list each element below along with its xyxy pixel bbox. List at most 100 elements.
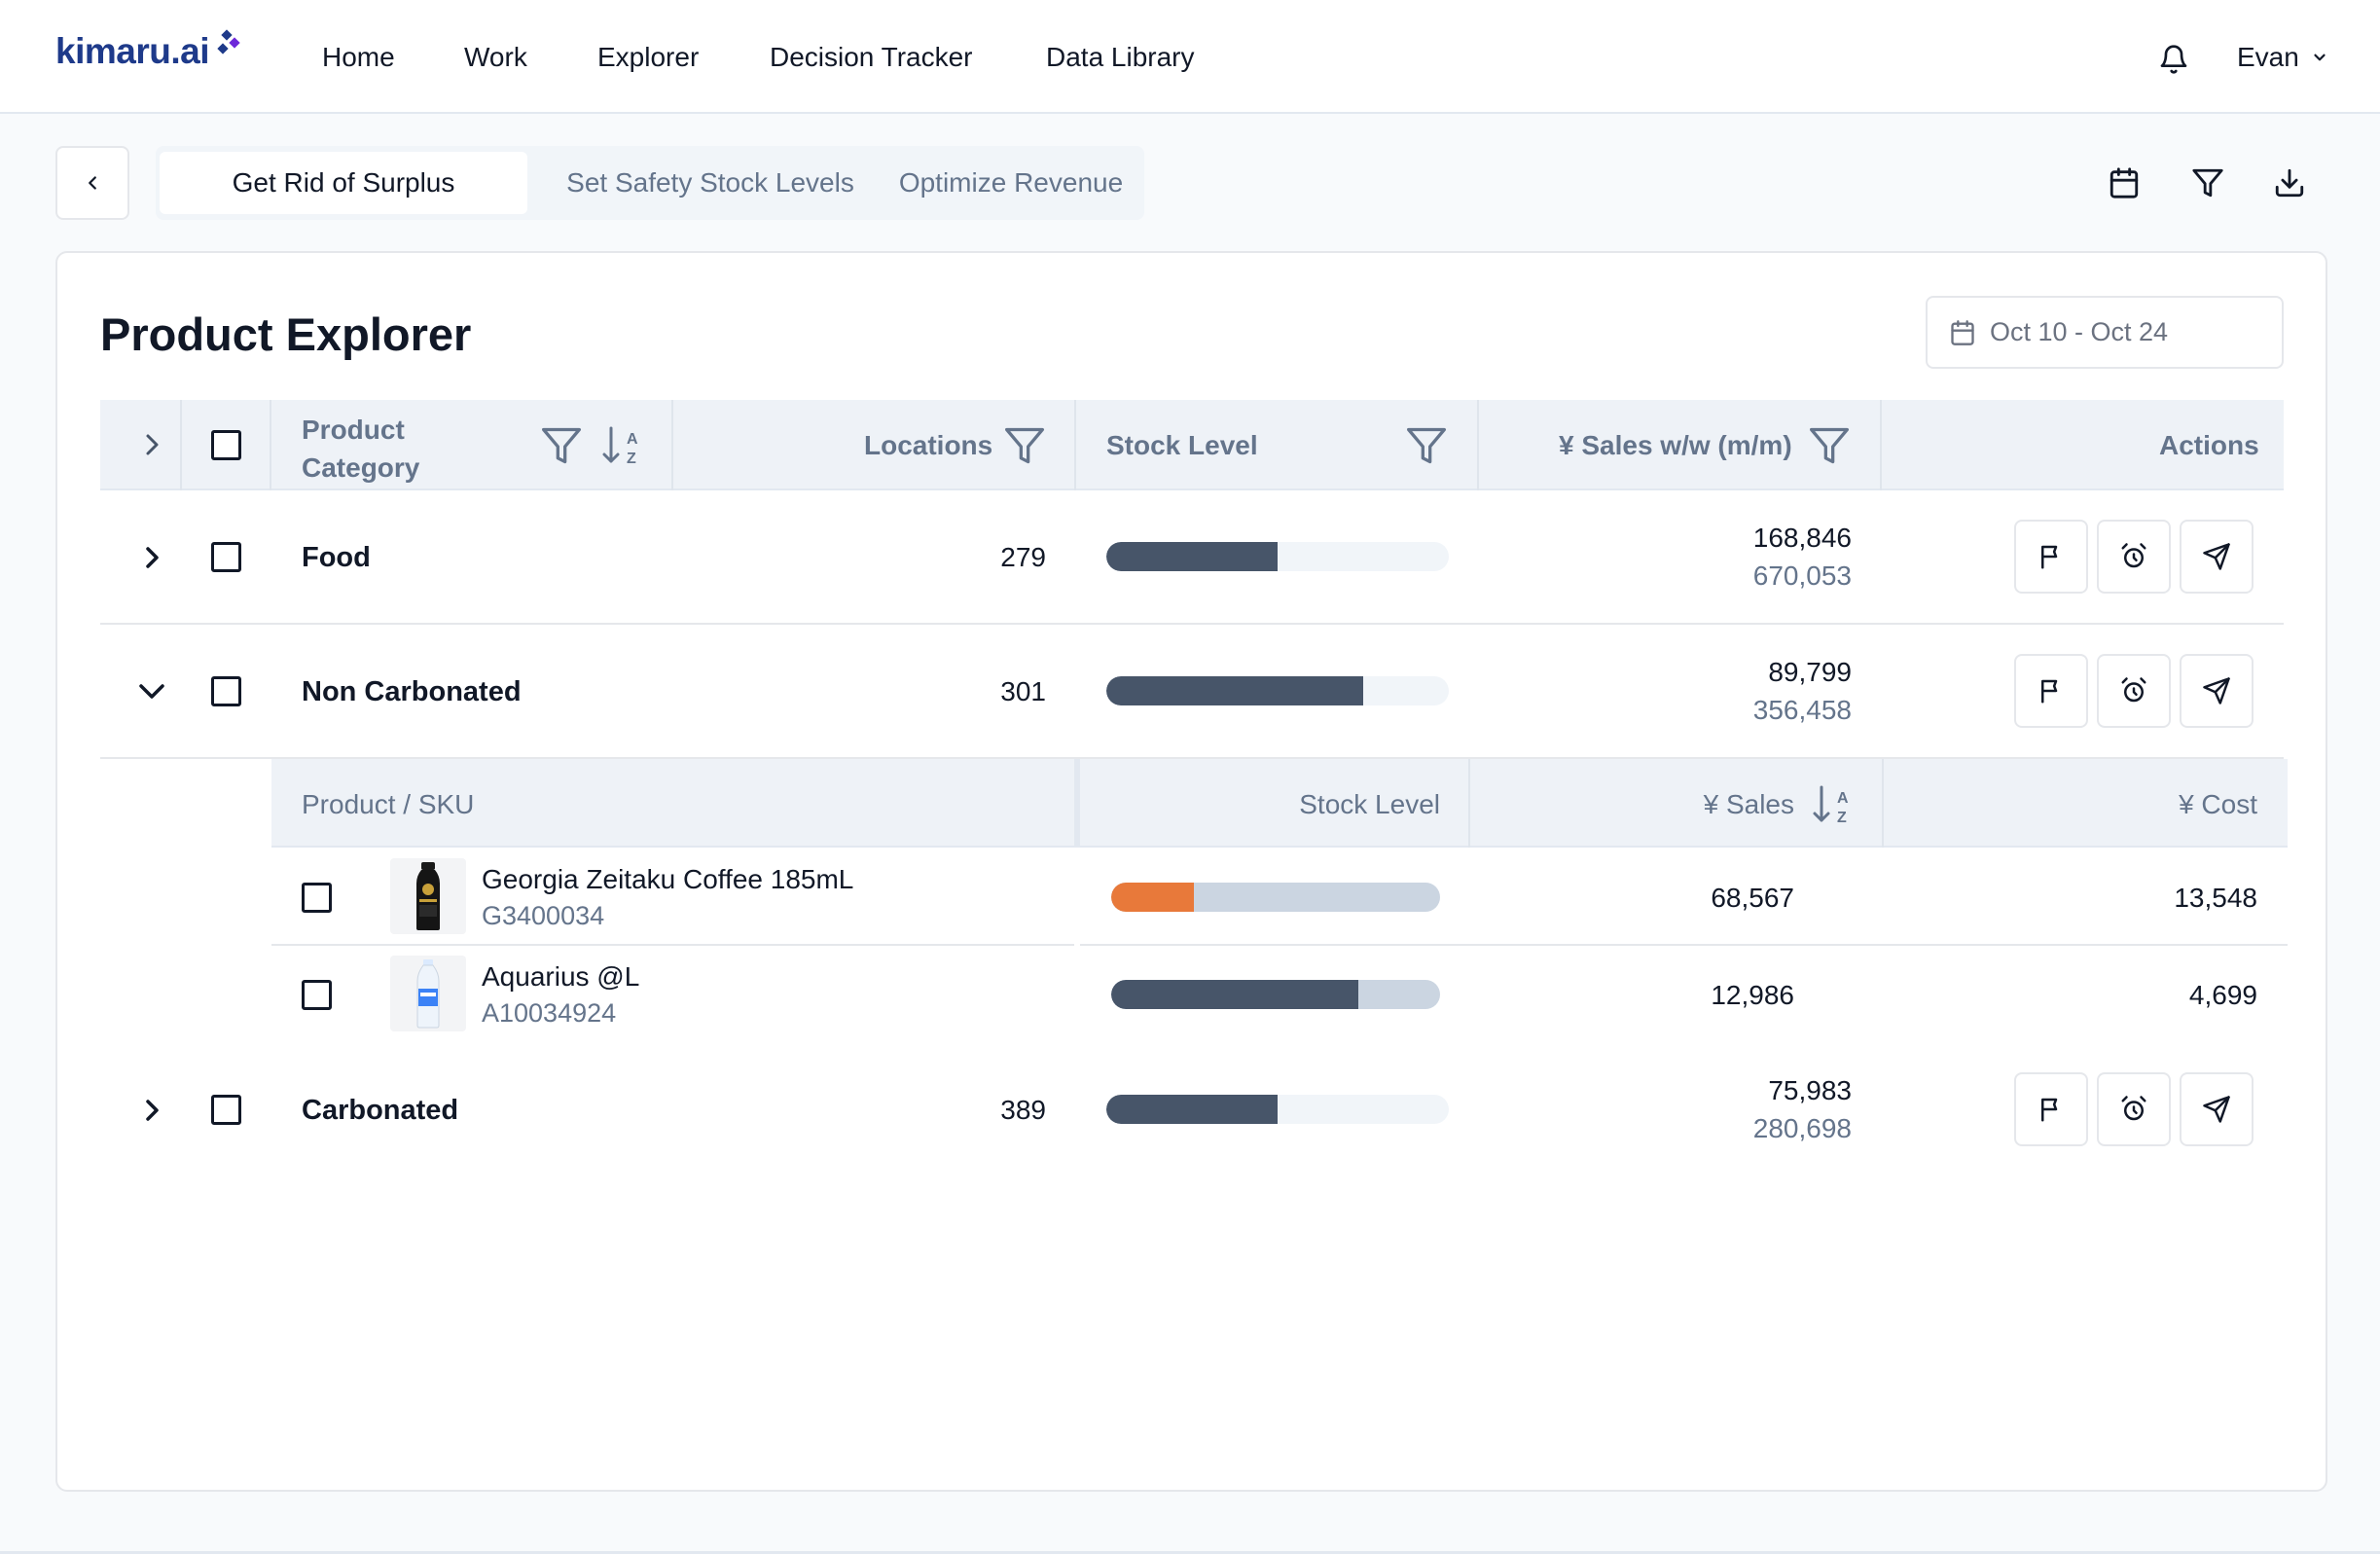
product-image (390, 956, 466, 1031)
sku-name[interactable]: Georgia Zeitaku Coffee 185mL (482, 864, 853, 895)
row-checkbox[interactable] (211, 542, 241, 572)
send-button[interactable] (2180, 654, 2254, 728)
user-menu[interactable]: Evan (2237, 42, 2328, 73)
expand-all-chevron-icon[interactable] (140, 430, 163, 459)
stock-level-bar (1106, 1095, 1449, 1124)
reminder-button[interactable] (2097, 654, 2171, 728)
column-header-sku-cost: ¥ Cost (2179, 789, 2257, 819)
locations-count: 279 (1000, 542, 1046, 572)
calendar-icon[interactable] (2108, 165, 2141, 200)
flag-icon (2041, 1098, 2058, 1122)
filter-icon[interactable] (1808, 424, 1851, 467)
stock-level-bar (1106, 676, 1449, 705)
sku-stock-level-fill (1111, 883, 1194, 912)
column-header-locations: Locations (864, 430, 993, 460)
sku-name[interactable]: Aquarius @L (482, 961, 639, 993)
tab-optimize-revenue[interactable]: Optimize Revenue (887, 152, 1135, 214)
calendar-icon (1951, 319, 1974, 345)
sku-checkbox[interactable] (302, 980, 332, 1010)
page-title: Product Explorer (100, 308, 472, 360)
expand-row-chevron-icon[interactable] (140, 543, 163, 572)
nav-decision-tracker[interactable]: Decision Tracker (770, 42, 973, 73)
column-header-product-sku: Product / SKU (302, 789, 475, 819)
svg-text:Z: Z (1837, 810, 1847, 826)
top-navigation: kimaru.ai Home Work Explorer Decision Tr… (0, 0, 2380, 114)
water-bottle-icon (416, 959, 440, 1029)
filter-icon[interactable] (1405, 424, 1448, 467)
category-name: Carbonated (302, 1095, 459, 1126)
product-image (390, 858, 466, 934)
send-button[interactable] (2180, 520, 2254, 594)
filter-icon[interactable] (1003, 424, 1046, 467)
tab-set-safety-stock-levels[interactable]: Set Safety Stock Levels (547, 152, 874, 214)
alarm-clock-icon (2121, 543, 2146, 568)
column-header-sku-sales: ¥ Sales (1703, 789, 1794, 819)
svg-text:A: A (1837, 790, 1849, 807)
column-header-sku-stock-level: Stock Level (1299, 789, 1440, 819)
flag-button[interactable] (2014, 1072, 2088, 1146)
flag-button[interactable] (2014, 520, 2088, 594)
reminder-button[interactable] (2097, 520, 2171, 594)
nav-data-library[interactable]: Data Library (1046, 42, 1195, 73)
alarm-clock-icon (2121, 677, 2146, 703)
sku-checkbox[interactable] (302, 883, 332, 913)
sku-stock-level-fill (1111, 980, 1358, 1009)
date-range-text: Oct 10 - Oct 24 (1990, 317, 2169, 346)
column-header-product-category: Product Category (302, 415, 420, 483)
sales-month-over-month: 280,698 (1752, 1113, 1852, 1143)
filter-icon[interactable] (2191, 165, 2224, 200)
svg-text:A: A (627, 431, 638, 448)
flag-icon (2041, 679, 2058, 704)
sku-table-header (271, 759, 2288, 848)
column-header-sales: ¥ Sales w/w (m/m) (1559, 430, 1792, 460)
send-button[interactable] (2180, 1072, 2254, 1146)
tab-get-rid-of-surplus[interactable]: Get Rid of Surplus (160, 152, 527, 214)
logo-text: kimaru.ai (55, 31, 209, 71)
filter-icon[interactable] (540, 424, 583, 467)
expand-row-chevron-icon[interactable] (140, 1096, 163, 1125)
sales-month-over-month: 356,458 (1752, 695, 1852, 725)
sales-week-over-week: 75,983 (1768, 1075, 1852, 1105)
sales-month-over-month: 670,053 (1752, 560, 1852, 591)
collapse-row-chevron-icon[interactable] (136, 679, 167, 703)
date-range-picker[interactable]: Oct 10 - Oct 24 (1926, 296, 2284, 369)
category-name: Non Carbonated (302, 676, 522, 707)
sku-stock-level-bar (1111, 883, 1440, 912)
user-name: Evan (2237, 42, 2299, 72)
download-icon[interactable] (2273, 165, 2306, 200)
bell-icon[interactable] (2158, 43, 2189, 76)
sku-cost: 4,699 (2188, 980, 2257, 1010)
logo[interactable]: kimaru.ai (55, 29, 242, 72)
coffee-can-icon (416, 862, 440, 930)
locations-count: 389 (1000, 1095, 1046, 1125)
locations-count: 301 (1000, 676, 1046, 706)
flag-button[interactable] (2014, 654, 2088, 728)
row-checkbox[interactable] (211, 676, 241, 706)
category-name: Food (302, 542, 371, 573)
send-icon (2203, 543, 2230, 570)
sku-sales: 68,567 (1711, 883, 1794, 913)
sku-code: A10034924 (482, 998, 617, 1028)
chevron-left-icon (89, 176, 96, 190)
sort-a-z-icon[interactable]: A Z (601, 424, 642, 467)
sales-week-over-week: 89,799 (1768, 657, 1852, 687)
column-header-stock-level: Stock Level (1106, 430, 1258, 460)
stock-level-fill (1106, 542, 1278, 571)
sales-week-over-week: 168,846 (1752, 523, 1852, 553)
nav-home[interactable]: Home (322, 42, 395, 73)
stock-level-fill (1106, 1095, 1278, 1124)
back-button[interactable] (55, 146, 129, 220)
reminder-button[interactable] (2097, 1072, 2171, 1146)
sku-code: G3400034 (482, 901, 605, 930)
alarm-clock-icon (2121, 1096, 2146, 1121)
sku-sales: 12,986 (1711, 980, 1794, 1010)
objective-tabs: Get Rid of Surplus Set Safety Stock Leve… (156, 146, 1144, 220)
send-icon (2203, 1096, 2230, 1123)
sku-stock-level-bar (1111, 980, 1440, 1009)
stock-level-fill (1106, 676, 1363, 705)
nav-explorer[interactable]: Explorer (597, 42, 699, 73)
row-checkbox[interactable] (211, 1095, 241, 1125)
nav-work[interactable]: Work (464, 42, 527, 73)
select-all-checkbox[interactable] (211, 430, 241, 460)
sort-a-z-icon[interactable]: A Z (1812, 783, 1853, 826)
